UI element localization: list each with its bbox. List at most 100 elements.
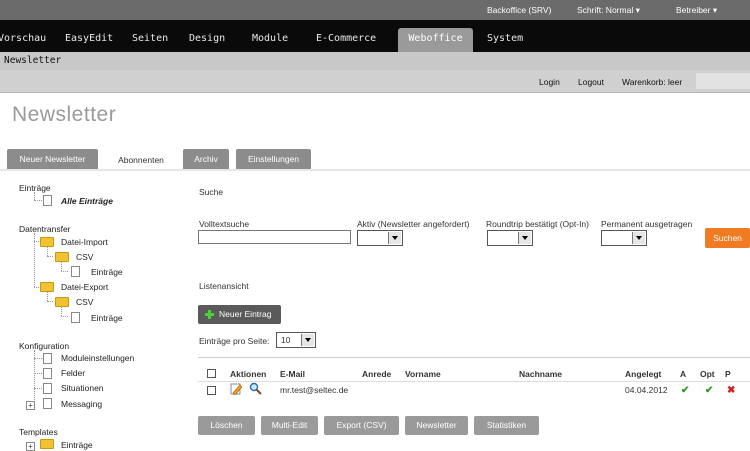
breadcrumb-label: Newsletter	[4, 55, 62, 66]
tree-line	[61, 316, 68, 317]
sidebar-head-templates: Templates	[19, 427, 58, 437]
pencil-icon[interactable]	[230, 383, 242, 395]
chevron-down-icon	[632, 232, 645, 244]
tree-line	[34, 200, 42, 201]
main-menu: Vorschau EasyEdit Seiten Design Module E…	[0, 20, 750, 52]
tree-line	[61, 271, 68, 272]
document-icon	[43, 368, 52, 379]
sidebar-item-csv-import[interactable]: CSV	[76, 252, 93, 262]
row-checkbox[interactable]	[207, 386, 216, 395]
tab-einstellungen[interactable]: Einstellungen	[236, 149, 311, 169]
per-page-value: 10	[281, 335, 291, 345]
sidebar-item-situationen[interactable]: Situationen	[61, 383, 104, 393]
permanent-label: Permanent ausgetragen	[601, 219, 693, 229]
tree-line	[61, 262, 62, 271]
multi-edit-button[interactable]: Multi-Edit	[261, 416, 318, 435]
cart-box	[696, 73, 750, 89]
column-vorname[interactable]: Vorname	[405, 369, 441, 379]
column-email[interactable]: E-Mail	[280, 369, 305, 379]
aktiv-label: Aktiv (Newsletter angefordert)	[357, 219, 470, 229]
column-nachname[interactable]: Nachname	[519, 369, 562, 379]
per-page-select[interactable]: 10	[276, 332, 316, 348]
operator-menu[interactable]: Betreiber ▾	[676, 5, 717, 16]
menu-system[interactable]: System	[487, 33, 523, 44]
fulltext-search-input[interactable]	[198, 230, 351, 244]
new-entry-button[interactable]: Neuer Eintrag	[198, 305, 281, 324]
tree-line	[47, 292, 48, 301]
delete-button[interactable]: Löschen	[198, 416, 255, 435]
expand-icon[interactable]: +	[26, 401, 35, 410]
tree-line	[34, 358, 42, 359]
tab-divider	[0, 169, 750, 171]
chevron-down-icon	[388, 232, 401, 244]
column-angelegt[interactable]: Angelegt	[625, 369, 661, 379]
column-a: A	[680, 369, 687, 379]
column-anrede[interactable]: Anrede	[362, 369, 391, 379]
tree-line	[47, 247, 48, 256]
page-title: Newsletter	[12, 103, 117, 126]
document-icon	[43, 383, 52, 394]
column-aktionen: Aktionen	[230, 369, 267, 379]
search-heading: Suche	[199, 187, 224, 197]
column-opt: Opt	[700, 369, 715, 379]
document-icon	[71, 312, 80, 323]
menu-easyedit[interactable]: EasyEdit	[65, 33, 113, 44]
folder-icon	[40, 439, 54, 449]
tab-neuer-newsletter[interactable]: Neuer Newsletter	[7, 149, 98, 169]
chevron-down-icon	[301, 334, 314, 346]
tree-line	[34, 241, 39, 242]
login-link[interactable]: Login	[539, 77, 560, 87]
cart-link[interactable]: Warenkorb: leer	[622, 77, 682, 87]
backoffice-link[interactable]: Backoffice (SRV)	[487, 5, 551, 15]
row-angelegt: 04.04.2012	[625, 385, 668, 395]
sidebar-item-eintraege-import[interactable]: Einträge	[91, 267, 123, 277]
sidebar-item-alle-eintraege[interactable]: Alle Einträge	[61, 196, 113, 206]
sidebar-item-csv-export[interactable]: CSV	[76, 297, 93, 307]
document-icon	[43, 195, 52, 206]
document-icon	[71, 266, 80, 277]
menu-weboffice[interactable]: Weboffice	[398, 28, 473, 52]
permanent-select[interactable]	[601, 230, 647, 246]
document-icon	[43, 398, 52, 409]
sidebar-item-datei-import[interactable]: Datei-Import	[61, 237, 108, 247]
sidebar-item-felder[interactable]: Felder	[61, 368, 85, 378]
export-csv-button[interactable]: Export (CSV)	[324, 416, 399, 435]
per-page-label: Einträge pro Seite:	[199, 336, 270, 346]
sidebar-item-moduleinstellungen[interactable]: Moduleinstellungen	[61, 353, 134, 363]
tree-line	[47, 301, 53, 302]
sidebar-item-eintraege-export[interactable]: Einträge	[91, 313, 123, 323]
plus-icon	[205, 310, 214, 319]
roundtrip-select[interactable]	[487, 230, 533, 246]
newsletter-button[interactable]: Newsletter	[405, 416, 468, 435]
aktiv-select[interactable]	[357, 230, 403, 246]
logout-link[interactable]: Logout	[578, 77, 604, 87]
menu-module[interactable]: Module	[252, 33, 288, 44]
folder-icon	[55, 252, 69, 262]
column-p: P	[725, 369, 731, 379]
magnifier-icon[interactable]	[249, 382, 262, 395]
font-size-menu[interactable]: Schrift: Normal ▾	[577, 5, 640, 16]
tab-abonnenten[interactable]: Abonnenten	[105, 150, 177, 170]
check-icon: ✔	[705, 385, 714, 396]
new-entry-label: Neuer Eintrag	[219, 309, 272, 319]
sidebar-item-datei-export[interactable]: Datei-Export	[61, 282, 108, 292]
folder-icon	[40, 282, 54, 292]
menu-vorschau[interactable]: Vorschau	[0, 33, 46, 44]
sidebar-item-messaging[interactable]: Messaging	[61, 399, 102, 409]
search-button[interactable]: Suchen	[705, 228, 750, 248]
cross-icon: ✖	[727, 385, 736, 396]
sidebar-item-templates-eintraege[interactable]: Einträge	[61, 440, 93, 450]
sidebar-head-datentransfer: Datentransfer	[19, 224, 71, 234]
row-email[interactable]: mr.test@seltec.de	[280, 385, 348, 395]
select-all-checkbox[interactable]	[207, 369, 216, 378]
list-heading: Listenansicht	[199, 281, 249, 291]
statistics-button[interactable]: Statistiken	[474, 416, 539, 435]
menu-e-commerce[interactable]: E-Commerce	[316, 33, 376, 44]
tab-archiv[interactable]: Archiv	[183, 149, 229, 169]
tree-line	[34, 388, 42, 389]
tree-line	[61, 307, 62, 316]
breadcrumb: Newsletter	[0, 52, 750, 71]
menu-design[interactable]: Design	[189, 33, 225, 44]
menu-seiten[interactable]: Seiten	[132, 33, 168, 44]
sidebar-head-konfiguration: Konfiguration	[19, 341, 70, 351]
